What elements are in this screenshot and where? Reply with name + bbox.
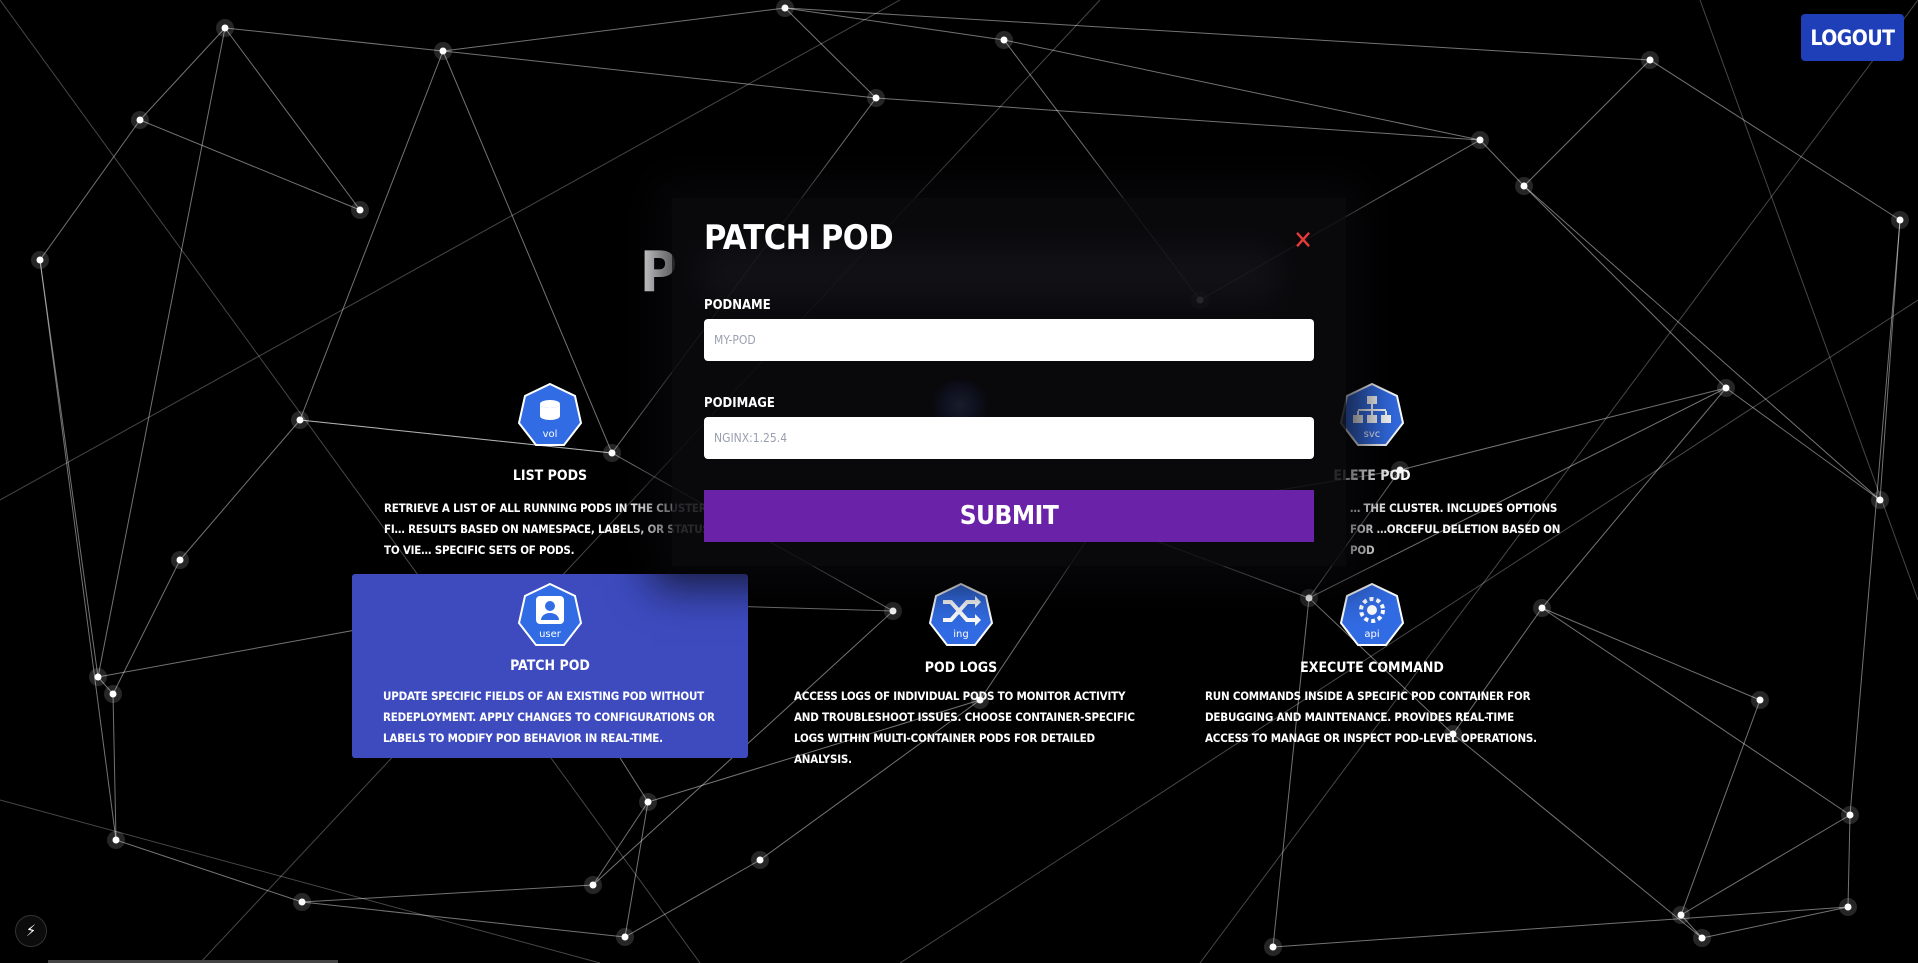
sitemap-icon: svc: [1338, 382, 1406, 450]
card-patch-pod[interactable]: user PATCH POD UPDATE SPECIFIC FIELDS OF…: [352, 574, 748, 758]
user-badge-icon: user: [516, 582, 584, 650]
card-description: UPDATE SPECIFIC FIELDS OF AN EXISTING PO…: [383, 689, 715, 745]
network-node: [136, 116, 144, 124]
svg-text:svc: svc: [1364, 429, 1381, 440]
network-line: [875, 97, 1481, 141]
network-line: [224, 27, 444, 52]
network-line: [1847, 814, 1851, 908]
card-execute-command[interactable]: api EXECUTE COMMAND RUN COMMANDS INSIDE …: [1174, 582, 1570, 768]
network-node: [1646, 56, 1654, 64]
network-node: [872, 94, 880, 102]
svg-text:api: api: [1364, 629, 1379, 640]
card-pod-logs[interactable]: ing POD LOGS ACCESS LOGS OF INDIVIDUAL P…: [763, 582, 1159, 768]
modal-title: PATCH POD: [704, 218, 894, 258]
network-node: [1000, 36, 1008, 44]
network-line: [97, 27, 226, 678]
network-node: [1896, 216, 1904, 224]
svg-text:vol: vol: [543, 429, 558, 440]
network-line: [39, 119, 141, 261]
network-node: [176, 556, 184, 564]
network-line: [624, 859, 761, 938]
shuffle-icon: ing: [927, 582, 995, 650]
lightning-icon[interactable]: ⚡︎: [15, 915, 47, 947]
network-node: [589, 881, 597, 889]
network-node: [1677, 911, 1685, 919]
network-line: [1523, 185, 1881, 501]
network-line: [1879, 219, 1901, 501]
card-title: POD LOGS: [924, 660, 998, 676]
network-node: [1722, 384, 1730, 392]
network-line: [1479, 139, 1525, 187]
network-line: [112, 559, 181, 695]
submit-button[interactable]: SUBMIT: [704, 490, 1314, 542]
logout-button[interactable]: LOGOUT: [1801, 14, 1904, 61]
patch-pod-modal: PATCH POD ✕ PODNAME PODIMAGE SUBMIT: [672, 198, 1346, 566]
network-node: [644, 798, 652, 806]
network-line: [784, 7, 1005, 41]
network-node: [94, 673, 102, 681]
podname-input[interactable]: [704, 319, 1314, 361]
podimage-input[interactable]: [704, 417, 1314, 459]
network-node: [439, 47, 447, 55]
card-description: … THE CLUSTER. INCLUDES OPTIONS FOR …ORC…: [1350, 501, 1561, 557]
network-line: [139, 27, 226, 121]
network-line: [39, 259, 117, 841]
network-node: [356, 206, 364, 214]
svg-text:ing: ing: [953, 629, 968, 640]
network-line: [0, 799, 601, 963]
network-line: [1003, 39, 1481, 141]
network-node: [1476, 136, 1484, 144]
network-line: [1523, 185, 1727, 389]
network-node: [1846, 811, 1854, 819]
network-node: [109, 690, 117, 698]
network-line: [179, 419, 301, 561]
network-node: [756, 856, 764, 864]
network-node: [221, 24, 229, 32]
network-line: [299, 50, 444, 421]
network-line: [301, 901, 626, 938]
card-title: PATCH POD: [510, 658, 590, 674]
network-node: [621, 933, 629, 941]
network-line: [1272, 906, 1849, 948]
network-line: [624, 801, 649, 938]
network-node: [1844, 903, 1852, 911]
network-line: [784, 7, 1651, 61]
network-node: [296, 416, 304, 424]
network-line: [592, 801, 649, 886]
network-line: [1541, 607, 1761, 701]
podimage-label: PODIMAGE: [704, 396, 775, 411]
network-line: [1680, 699, 1761, 916]
network-line: [1541, 607, 1851, 816]
network-line: [784, 7, 877, 99]
network-node: [1520, 182, 1528, 190]
network-line: [442, 7, 786, 52]
network-line: [1699, 0, 1918, 601]
network-node: [298, 898, 306, 906]
network-line: [1523, 59, 1651, 187]
database-icon: vol: [516, 382, 584, 450]
network-node: [1876, 496, 1884, 504]
page-title: P: [640, 240, 677, 305]
close-icon[interactable]: ✕: [1292, 228, 1314, 254]
network-line: [1680, 814, 1851, 916]
network-node: [781, 4, 789, 12]
network-line: [1849, 219, 1901, 816]
card-description: ACCESS LOGS OF INDIVIDUAL PODS TO MONITO…: [794, 689, 1135, 766]
network-line: [115, 839, 303, 903]
podname-label: PODNAME: [704, 298, 771, 313]
network-line: [1725, 387, 1881, 501]
network-node: [36, 256, 44, 264]
card-title: EXECUTE COMMAND: [1300, 660, 1444, 676]
gears-icon: api: [1338, 582, 1406, 650]
network-node: [1698, 934, 1706, 942]
network-node: [112, 836, 120, 844]
svg-text:user: user: [539, 629, 562, 640]
network-line: [1649, 59, 1901, 221]
network-node: [1269, 943, 1277, 951]
card-description: RUN COMMANDS INSIDE A SPECIFIC POD CONTA…: [1205, 689, 1537, 745]
network-line: [442, 50, 877, 99]
network-node: [1756, 696, 1764, 704]
